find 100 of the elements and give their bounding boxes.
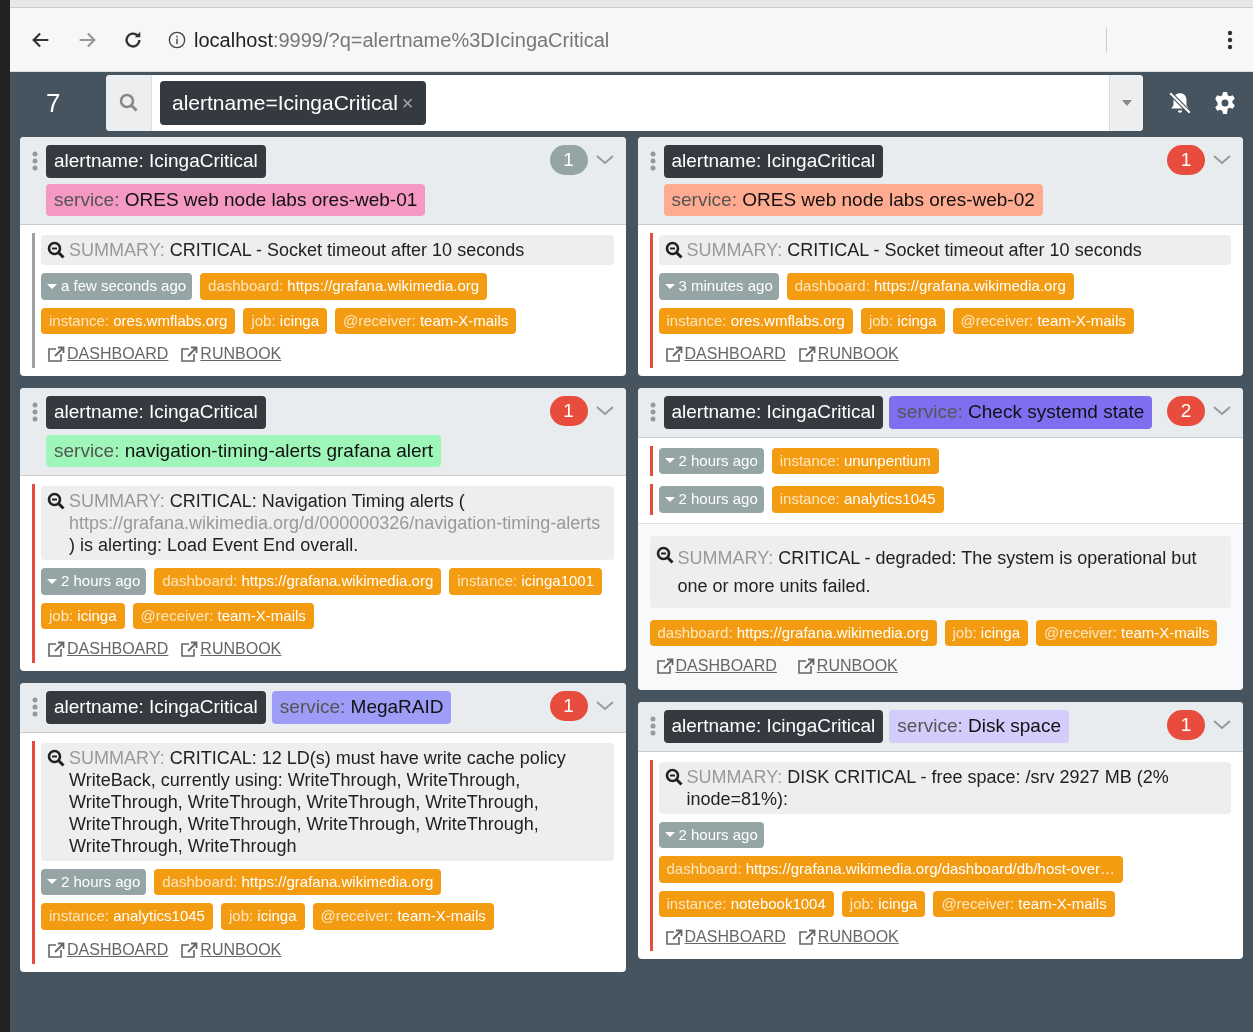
chevron-down-icon[interactable] [1213, 720, 1231, 730]
filter-bar[interactable]: alertname=IcingaCritical × [106, 75, 1143, 131]
time-toggle-button[interactable]: 2 hours ago [658, 821, 764, 848]
label-chip[interactable]: alertname: IcingaCritical [663, 396, 884, 429]
label-tag[interactable]: job: icinga [860, 307, 945, 334]
zoom-out-icon[interactable] [664, 767, 683, 786]
link[interactable]: RUNBOOK [797, 342, 899, 366]
label-chip[interactable]: alertname: IcingaCritical [46, 691, 266, 724]
link[interactable]: DASHBOARD [47, 637, 169, 661]
external-link-icon [664, 929, 683, 945]
mute-bell-icon[interactable] [1167, 90, 1193, 116]
label-tag[interactable]: instance: ores.wmflabs.org [41, 307, 236, 334]
zoom-out-icon[interactable] [664, 241, 683, 259]
drag-handle-icon[interactable] [32, 402, 38, 422]
label-tag[interactable]: instance: ununpentium [771, 447, 939, 474]
label-chip[interactable]: service: ORES web node labs ores-web-01 [46, 183, 426, 216]
label-chip[interactable]: alertname: IcingaCritical [46, 145, 266, 178]
time-toggle-button[interactable]: a few seconds ago [41, 273, 193, 300]
caret-icon [664, 832, 675, 838]
label-tag[interactable]: job: icinga [220, 903, 305, 930]
time-toggle-button[interactable]: 2 hours ago [41, 868, 147, 895]
caret-icon [664, 458, 675, 464]
summary-text: SUMMARY: CRITICAL - Socket timeout after 10 seconds [69, 239, 525, 261]
drag-handle-icon[interactable] [649, 402, 656, 422]
external-link-icon [655, 658, 674, 674]
dropdown-caret-icon[interactable] [1120, 99, 1133, 107]
caret-icon [664, 496, 675, 502]
label-chip[interactable]: alertname: IcingaCritical [663, 710, 884, 743]
info-icon[interactable] [168, 30, 186, 49]
external-link-icon [796, 658, 815, 674]
caret-icon [664, 283, 675, 289]
count-badge: 1 [549, 145, 588, 175]
label-tag[interactable]: instance: icinga1001 [449, 568, 602, 595]
label-tag[interactable]: @receiver: team-X-mails [312, 903, 494, 930]
time-toggle-button[interactable]: 2 hours ago [41, 568, 147, 595]
zoom-out-icon[interactable] [47, 748, 65, 767]
chevron-down-icon[interactable] [595, 406, 614, 416]
label-tag[interactable]: instance: notebook1004 [658, 890, 834, 917]
link[interactable]: RUNBOOK [180, 937, 282, 962]
link[interactable]: DASHBOARD [655, 654, 777, 678]
chevron-down-icon[interactable] [1213, 406, 1231, 416]
label-tag[interactable]: job: icinga [41, 602, 125, 629]
label-chip[interactable]: service: ORES web node labs ores-web-02 [663, 183, 1043, 216]
settings-icon[interactable] [1213, 91, 1237, 115]
label-tag[interactable]: dashboard: https://grafana.wikimedia.org [786, 273, 1074, 300]
zoom-out-icon[interactable] [655, 545, 674, 564]
external-link-icon [664, 346, 683, 362]
label-tag[interactable]: instance: analytics1045 [41, 903, 213, 930]
address-field[interactable]: localhost:9999/?q=alertname%3DIcingaCritical [194, 24, 610, 55]
drag-handle-icon[interactable] [649, 151, 656, 171]
external-link-icon [47, 641, 65, 657]
time-toggle-button[interactable]: 2 hours ago [658, 486, 764, 513]
link[interactable]: DASHBOARD [664, 925, 786, 949]
label-tag[interactable]: job: icinga [243, 307, 327, 334]
label-chip[interactable]: alertname: IcingaCritical [46, 396, 266, 429]
drag-handle-icon[interactable] [32, 697, 38, 717]
zoom-out-icon[interactable] [47, 241, 65, 259]
label-chip[interactable]: service: navigation-timing-alerts grafana alert [46, 434, 442, 467]
zoom-out-icon[interactable] [47, 492, 65, 510]
chevron-down-icon[interactable] [1213, 155, 1231, 165]
link[interactable]: DASHBOARD [47, 342, 169, 366]
label-tag[interactable]: dashboard: https://grafana.wikimedia.org [200, 273, 488, 300]
time-toggle-button[interactable]: 3 minutes ago [658, 273, 779, 300]
label-chip[interactable]: service: MegaRAID [271, 691, 452, 724]
label-tag[interactable]: dashboard: https://grafana.wikimedia.org [154, 568, 442, 595]
time-toggle-button[interactable]: 2 hours ago [658, 447, 764, 474]
count-badge: 2 [1167, 396, 1205, 426]
label-tag[interactable]: job: icinga [841, 890, 926, 917]
external-link-icon [180, 941, 199, 958]
link[interactable]: RUNBOOK [180, 342, 282, 366]
drag-handle-icon[interactable] [32, 151, 38, 171]
label-tag[interactable]: dashboard: https://grafana.wikimedia.org [649, 619, 937, 646]
label-chip[interactable]: service: Check systemd state [889, 396, 1153, 429]
caret-icon [47, 578, 57, 584]
label-tag[interactable]: @receiver: team-X-mails [1036, 619, 1218, 646]
label-chip[interactable]: service: Disk space [889, 710, 1069, 743]
label-tag[interactable]: job: icinga [944, 619, 1029, 646]
drag-handle-icon[interactable] [649, 716, 656, 736]
label-tag[interactable]: dashboard: https://grafana.wikimedia.org/dashboard/db/host-over… [658, 856, 1124, 883]
link[interactable]: RUNBOOK [180, 637, 282, 661]
summary-text: SUMMARY: CRITICAL: Navigation Timing alerts ( https://grafana.wikimedia.org/d/000000326/navigation-timing-alerts ) is alerting: Load Event End overall. [69, 490, 602, 556]
label-chip[interactable]: alertname: IcingaCritical [663, 145, 884, 178]
label-tag[interactable]: instance: ores.wmflabs.org [658, 307, 853, 334]
link[interactable]: RUNBOOK [797, 925, 899, 949]
menu-icon[interactable] [1227, 29, 1233, 50]
link[interactable]: DASHBOARD [47, 937, 169, 962]
external-link-icon [180, 346, 199, 362]
label-tag[interactable]: dashboard: https://grafana.wikimedia.org [154, 868, 442, 895]
link[interactable]: DASHBOARD [664, 342, 786, 366]
label-tag[interactable]: @receiver: team-X-mails [335, 307, 517, 334]
chevron-down-icon[interactable] [595, 155, 614, 165]
external-link-icon [797, 346, 816, 362]
label-tag[interactable]: @receiver: team-X-mails [933, 890, 1115, 917]
label-tag[interactable]: @receiver: team-X-mails [132, 602, 314, 629]
link[interactable]: RUNBOOK [796, 654, 898, 678]
remove-filter-button[interactable]: × [401, 93, 414, 113]
label-tag[interactable]: @receiver: team-X-mails [952, 307, 1134, 334]
chevron-down-icon[interactable] [595, 701, 614, 711]
label-tag[interactable]: instance: analytics1045 [771, 486, 944, 513]
filter-chip[interactable]: alertname=IcingaCritical × [160, 81, 426, 125]
